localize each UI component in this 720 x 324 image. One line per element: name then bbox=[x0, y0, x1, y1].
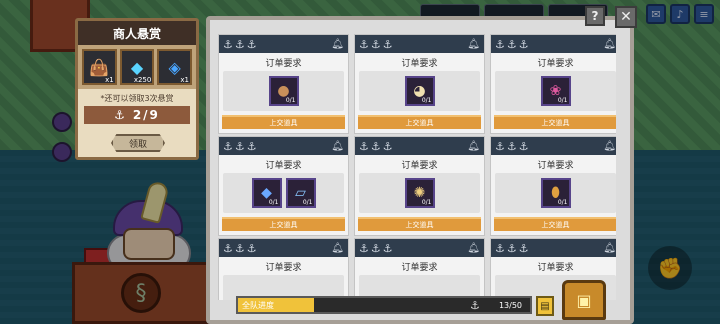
bell-icon: 🔔︎ bbox=[331, 140, 344, 152]
anchor-icons: ⚓⚓⚓ bbox=[495, 37, 531, 51]
card-header: ⚓⚓⚓ 🔔︎ bbox=[219, 239, 348, 257]
reward-items: 👜 x1 ◆ x250 ◈ x1 bbox=[78, 45, 196, 89]
anchor-icons: ⚓⚓⚓ bbox=[223, 37, 259, 51]
order-title: 订单要求 bbox=[401, 59, 438, 69]
bell-icon: 🔔︎ bbox=[467, 242, 480, 254]
submit-items-button[interactable]: 上交道具 bbox=[358, 115, 481, 129]
anchor-icons: ⚓⚓⚓ bbox=[359, 37, 395, 51]
item-quantity: 0/1 bbox=[557, 97, 568, 104]
order-title: 订单要求 bbox=[265, 161, 302, 171]
bell-icon: 🔔︎ bbox=[467, 140, 480, 152]
item-quantity: 0/1 bbox=[557, 199, 568, 206]
anchor-icons: ⚓⚓⚓ bbox=[359, 241, 395, 255]
reward-progress: ⚓ 2/9 bbox=[84, 106, 190, 124]
reward-count: x250 bbox=[133, 76, 152, 84]
bell-icon: 🔔︎ bbox=[467, 38, 480, 50]
blue-scroll-icon[interactable]: ▱ 0/1 bbox=[285, 178, 316, 208]
order-title: 订单要求 bbox=[401, 161, 438, 171]
order-items: ◕ 0/1 bbox=[359, 71, 480, 111]
submit-items-button[interactable]: 上交道具 bbox=[494, 217, 616, 231]
anchor-icon: ⚓ bbox=[114, 108, 127, 122]
card-header: ⚓⚓⚓ 🔔︎ bbox=[219, 35, 348, 53]
treasure-chest-icon[interactable]: ▣ bbox=[562, 280, 606, 320]
anchor-icons: ⚓⚓⚓ bbox=[495, 139, 531, 153]
clipboard-icon[interactable]: ▤ bbox=[536, 296, 554, 316]
bell-icon: 🔔︎ bbox=[603, 38, 616, 50]
anchor-icons: ⚓⚓⚓ bbox=[495, 241, 531, 255]
diamond-icon[interactable]: ◆ x250 bbox=[119, 49, 155, 85]
claim-button[interactable]: 领取 bbox=[111, 134, 165, 152]
card-header: ⚓⚓⚓ 🔔︎ bbox=[219, 137, 348, 155]
order-card: ⚓⚓⚓ 🔔︎ 订单要求 bbox=[218, 238, 349, 300]
item-quantity: 0/1 bbox=[421, 199, 432, 206]
treasure-bag-icon[interactable]: 👜 x1 bbox=[82, 49, 117, 85]
submit-items-button[interactable]: 上交道具 bbox=[222, 217, 345, 231]
item-quantity: 0/1 bbox=[421, 97, 432, 104]
card-header: ⚓⚓⚓ 🔔︎ bbox=[355, 239, 484, 257]
food-bowl-icon[interactable]: ◕ 0/1 bbox=[404, 76, 435, 106]
sack-icon[interactable]: ● 0/1 bbox=[268, 76, 299, 106]
order-items: ● 0/1 bbox=[223, 71, 344, 111]
bell-icon: 🔔︎ bbox=[603, 140, 616, 152]
card-header: ⚓⚓⚓ 🔔︎ bbox=[355, 35, 484, 53]
order-card: ⚓⚓⚓ 🔔︎ 订单要求 ⬮ 0/1 上交道具 bbox=[490, 136, 616, 236]
card-header: ⚓⚓⚓ 🔔︎ bbox=[491, 35, 616, 53]
order-title: 订单要求 bbox=[265, 263, 302, 273]
blue-crystal-icon[interactable]: ◆ 0/1 bbox=[251, 178, 282, 208]
order-items: ✺ 0/1 bbox=[359, 173, 480, 213]
bell-icon: 🔔︎ bbox=[603, 242, 616, 254]
order-card: ⚓⚓⚓ 🔔︎ 订单要求 bbox=[354, 238, 485, 300]
anchor-icons: ⚓⚓⚓ bbox=[223, 241, 259, 255]
order-items: ◆ 0/1 ▱ 0/1 bbox=[223, 173, 344, 213]
reward-note: *还可以领取3次悬赏 bbox=[100, 94, 174, 103]
blue-gem-icon[interactable]: ◈ x1 bbox=[157, 49, 193, 85]
reward-title: 商人悬赏 bbox=[78, 21, 196, 45]
anchor-icons: ⚓⚓⚓ bbox=[359, 139, 395, 153]
reward-panel: 商人悬赏 👜 x1 ◆ x250 ◈ x1 *还可以领取3次悬赏 ⚓ 2/9 领取 bbox=[75, 18, 199, 160]
order-grid: ⚓⚓⚓ 🔔︎ 订单要求 ● 0/1 上交道具 ⚓⚓⚓ 🔔︎ 订单要求 ◕ 0/1 上… bbox=[218, 34, 616, 300]
order-card: ⚓⚓⚓ 🔔︎ 订单要求 ● 0/1 上交道具 bbox=[218, 34, 349, 134]
reward-count: x1 bbox=[180, 76, 190, 84]
team-progress-label: 全队进度 bbox=[242, 300, 274, 310]
close-button[interactable]: ✕ bbox=[615, 6, 637, 28]
anchor-icon: ⚓ bbox=[470, 299, 480, 312]
card-header: ⚓⚓⚓ 🔔︎ bbox=[491, 239, 616, 257]
order-card: ⚓⚓⚓ 🔔︎ 订单要求 ◆ 0/1 ▱ 0/1 上交道具 bbox=[218, 136, 349, 236]
team-progress-count: 13/50 bbox=[498, 301, 522, 310]
order-card: ⚓⚓⚓ 🔔︎ 订单要求 ❀ 0/1 上交道具 bbox=[490, 34, 616, 134]
order-card: ⚓⚓⚓ 🔔︎ 订单要求 ◕ 0/1 上交道具 bbox=[354, 34, 485, 134]
shell-icon[interactable]: ✺ 0/1 bbox=[404, 178, 435, 208]
item-quantity: 0/1 bbox=[285, 97, 296, 104]
fruit-icon[interactable]: ❀ 0/1 bbox=[540, 76, 571, 106]
order-title: 订单要求 bbox=[265, 59, 302, 69]
card-header: ⚓⚓⚓ 🔔︎ bbox=[355, 137, 484, 155]
submit-items-button[interactable]: 上交道具 bbox=[222, 115, 345, 129]
order-title: 订单要求 bbox=[401, 263, 438, 273]
order-items: ⬮ 0/1 bbox=[495, 173, 616, 213]
bell-icon: 🔔︎ bbox=[331, 38, 344, 50]
submit-items-button[interactable]: 上交道具 bbox=[358, 217, 481, 231]
submit-items-button[interactable]: 上交道具 bbox=[494, 115, 616, 129]
team-progress-bar: 全队进度 ⚓ 13/50 bbox=[236, 296, 532, 314]
order-title: 订单要求 bbox=[537, 59, 574, 69]
order-card: ⚓⚓⚓ 🔔︎ 订单要求 ✺ 0/1 上交道具 bbox=[354, 136, 485, 236]
order-title: 订单要求 bbox=[537, 263, 574, 273]
item-quantity: 0/1 bbox=[268, 199, 279, 206]
order-title: 订单要求 bbox=[537, 161, 574, 171]
anchor-icons: ⚓⚓⚓ bbox=[223, 139, 259, 153]
reward-progress-value: 2/9 bbox=[132, 108, 160, 122]
reward-count: x1 bbox=[105, 76, 114, 84]
card-header: ⚓⚓⚓ 🔔︎ bbox=[491, 137, 616, 155]
bell-icon: 🔔︎ bbox=[331, 242, 344, 254]
item-quantity: 0/1 bbox=[302, 199, 313, 206]
order-items: ❀ 0/1 bbox=[495, 71, 616, 111]
jar-icon[interactable]: ⬮ 0/1 bbox=[540, 178, 571, 208]
orders-panel: ⚓⚓⚓ 🔔︎ 订单要求 ● 0/1 上交道具 ⚓⚓⚓ 🔔︎ 订单要求 ◕ 0/1 上… bbox=[206, 16, 634, 324]
help-button[interactable]: ? bbox=[585, 6, 605, 26]
